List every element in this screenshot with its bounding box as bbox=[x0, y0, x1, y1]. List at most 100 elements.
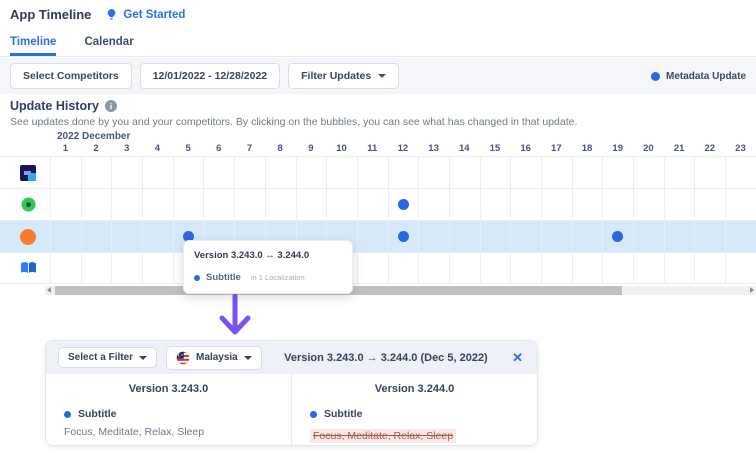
grid-cell bbox=[234, 189, 265, 220]
grid-cell bbox=[142, 189, 173, 220]
grid-cell bbox=[571, 221, 603, 252]
scroll-right-icon[interactable] bbox=[750, 287, 754, 293]
grid-cell bbox=[541, 253, 572, 283]
grid-cell bbox=[571, 157, 603, 188]
sleep-app-icon[interactable] bbox=[17, 162, 39, 184]
toolbar: Select Competitors 12/01/2022 - 12/28/20… bbox=[0, 58, 756, 94]
chevron-down-icon bbox=[243, 355, 252, 360]
grid-cell bbox=[663, 221, 695, 252]
timeline-row bbox=[0, 156, 756, 188]
grid-cell bbox=[633, 157, 664, 188]
section-title: Update History bbox=[10, 99, 99, 113]
tooltip-row: Subtitle in 1 Localization bbox=[194, 272, 342, 283]
grid-cell bbox=[111, 221, 142, 252]
day-label: 2 bbox=[93, 143, 99, 154]
day-label: 1 bbox=[62, 143, 68, 154]
grid-cell bbox=[663, 253, 695, 283]
horizontal-scrollbar[interactable] bbox=[45, 286, 756, 295]
update-tooltip: Version 3.243.0 ↔ 3.244.0 Subtitle in 1 … bbox=[183, 240, 353, 294]
grid-cell bbox=[142, 157, 173, 188]
grid-cell bbox=[356, 157, 388, 188]
field-value: Focus, Meditate, Relax, Sleep bbox=[64, 426, 205, 438]
legend-dot-icon bbox=[650, 71, 660, 81]
select-filter-dropdown[interactable]: Select a Filter bbox=[58, 347, 158, 368]
day-label: 6 bbox=[216, 143, 222, 154]
day-label: 11 bbox=[367, 143, 378, 154]
legend-label: Metadata Update bbox=[665, 70, 746, 82]
grid-cell bbox=[694, 253, 725, 283]
grid-cell bbox=[418, 157, 449, 188]
grid-cell bbox=[602, 253, 633, 283]
date-range-input[interactable]: 12/01/2022 - 12/28/2022 bbox=[139, 63, 281, 89]
day-label: 12 bbox=[397, 143, 409, 154]
grid-cell bbox=[172, 157, 204, 188]
grid-cell bbox=[663, 189, 695, 220]
lightbulb-icon bbox=[108, 9, 116, 21]
field-label: Subtitle bbox=[78, 408, 117, 420]
update-bubble[interactable] bbox=[612, 230, 624, 242]
grid-cell bbox=[694, 221, 725, 252]
day-header: 1 2 3 4 5 6 7 8 9 10 11 12 13 14 15 16 17 18 19 20 21 22 23 bbox=[50, 143, 756, 154]
down-arrow-icon bbox=[219, 293, 251, 335]
panel-title: Version 3.243.0 → 3.244.0 (Dec 5, 2022) bbox=[284, 351, 488, 364]
filter-updates-dropdown[interactable]: Filter Updates bbox=[288, 63, 400, 89]
info-icon[interactable] bbox=[104, 100, 117, 112]
day-label: 3 bbox=[124, 143, 130, 154]
select-competitors-button[interactable]: Select Competitors bbox=[10, 63, 132, 89]
grid-cell bbox=[80, 157, 112, 188]
month-label: 2022 December bbox=[57, 131, 131, 142]
tooltip-title: Version 3.243.0 ↔ 3.244.0 bbox=[194, 250, 310, 261]
timeline-row bbox=[0, 252, 756, 284]
day-label: 4 bbox=[154, 143, 161, 154]
grid-cell bbox=[387, 253, 419, 283]
book-app-icon[interactable] bbox=[17, 257, 39, 279]
grid-cell bbox=[295, 157, 327, 188]
filter-updates-label: Filter Updates bbox=[301, 70, 372, 82]
grid-cell bbox=[694, 157, 725, 188]
headspace-app-icon[interactable] bbox=[17, 226, 39, 248]
day-label: 7 bbox=[246, 143, 253, 154]
scroll-left-icon[interactable] bbox=[47, 287, 51, 293]
grid-cell bbox=[448, 253, 480, 283]
update-bubble[interactable] bbox=[397, 198, 409, 210]
update-history-heading: Update History bbox=[10, 99, 117, 113]
page-title: App Timeline bbox=[10, 7, 92, 22]
grid-cell bbox=[203, 189, 234, 220]
close-icon[interactable]: ✕ bbox=[510, 350, 525, 366]
grid-cell bbox=[264, 189, 296, 220]
day-label: 18 bbox=[581, 143, 593, 154]
grid-cell bbox=[295, 189, 327, 220]
section-description: See updates done by you and your competi… bbox=[10, 116, 578, 128]
day-label: 17 bbox=[551, 143, 562, 154]
grid-cell bbox=[510, 157, 541, 188]
grid-cell bbox=[111, 253, 142, 283]
grid-cell bbox=[694, 189, 725, 220]
tab-timeline[interactable]: Timeline bbox=[10, 31, 57, 56]
version-diff-panel: Select a Filter Malaysia Version 3.243.0… bbox=[45, 340, 538, 446]
grid-cell bbox=[264, 157, 296, 188]
grid-cell bbox=[418, 253, 449, 283]
chevron-down-icon bbox=[139, 355, 148, 360]
field-dot-icon bbox=[310, 410, 317, 418]
timeline-row bbox=[0, 188, 756, 220]
day-label: 20 bbox=[643, 143, 654, 154]
green-app-icon[interactable] bbox=[17, 194, 39, 216]
row-cells bbox=[50, 157, 756, 188]
grid-cell bbox=[142, 253, 173, 283]
timeline-grid bbox=[0, 156, 756, 284]
day-label: 9 bbox=[308, 143, 314, 154]
tab-calendar[interactable]: Calendar bbox=[84, 31, 133, 56]
grid-cell bbox=[571, 253, 603, 283]
grid-cell bbox=[479, 253, 511, 283]
grid-cell bbox=[541, 189, 572, 220]
get-started-label: Get Started bbox=[123, 8, 186, 21]
day-label: 19 bbox=[612, 143, 623, 154]
grid-cell bbox=[541, 157, 572, 188]
grid-cell bbox=[111, 189, 142, 220]
get-started-link[interactable]: Get Started bbox=[105, 8, 185, 21]
malaysia-flag-icon bbox=[176, 351, 190, 364]
update-bubble[interactable] bbox=[397, 230, 409, 242]
grid-cell bbox=[633, 253, 664, 283]
country-dropdown[interactable]: Malaysia bbox=[166, 345, 262, 370]
grid-cell bbox=[418, 221, 449, 252]
